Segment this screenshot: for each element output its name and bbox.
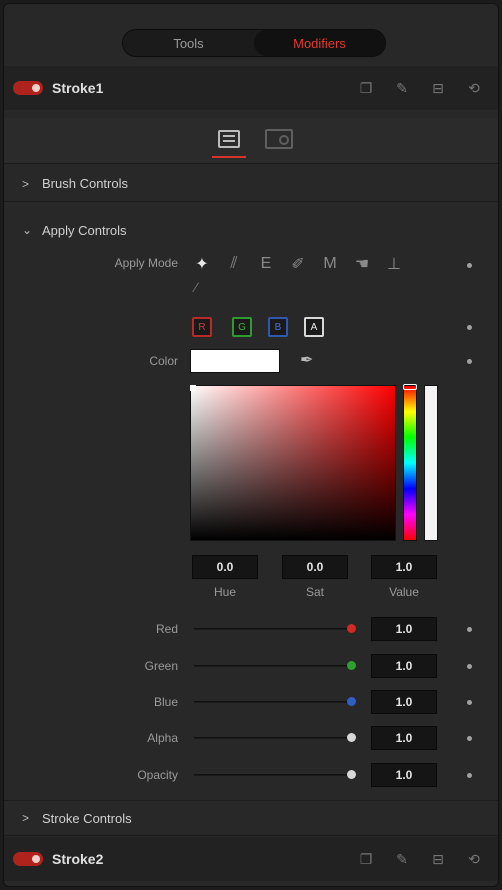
tab-modifiers[interactable]: Modifiers [254,30,385,56]
keyframe-dot[interactable] [467,773,472,778]
sv-cursor[interactable] [190,385,196,391]
color-label: Color [149,354,178,368]
slider-value-blue[interactable]: 1.0 [371,690,437,714]
active-view-indicator [212,156,246,158]
channel-r-button[interactable]: R [192,317,212,337]
reset-icon[interactable]: ⟲ [466,80,482,97]
smear-mode-icon[interactable]: ☚ [350,252,374,276]
channel-g-button[interactable]: G [232,317,252,337]
window-icon[interactable]: ❐ [358,851,374,868]
slider-label-blue: Blue [153,695,178,709]
slider-label-green: Green [144,659,178,673]
hue-strip[interactable] [403,385,417,541]
slider-label-red: Red [155,622,178,636]
slider-track-blue[interactable] [194,701,352,703]
lock-icon[interactable]: ⊟ [430,851,446,868]
slider-track-red[interactable] [194,628,352,630]
channel-b-button[interactable]: B [268,317,288,337]
slider-label-opacity: Opacity [137,768,178,782]
slider-track-opacity[interactable] [194,774,352,776]
value-strip[interactable] [424,385,438,541]
apply-mode-buttons: ✦ ⫽ E ✐ M ☚ ⊥ [190,252,406,276]
value-label: Value [389,585,419,599]
sat-field[interactable]: 0.0 [282,555,348,579]
modifiers-view-icon[interactable] [265,129,293,149]
keyframe-dot[interactable] [467,700,472,705]
section-title: Stroke Controls [42,810,132,826]
node-header-stroke1[interactable]: Stroke1 ❐ ✎ ⊟ ⟲ [4,66,498,110]
sat-label: Sat [305,585,324,599]
node-name: Stroke2 [52,851,104,867]
color-mode-icon[interactable]: ✦ [190,252,214,276]
slider-value-opacity[interactable]: 1.0 [371,763,437,787]
saturation-value-square[interactable] [190,385,396,541]
hue-field[interactable]: 0.0 [192,555,258,579]
keyframe-dot[interactable] [467,359,472,364]
slider-value-red[interactable]: 1.0 [371,617,437,641]
section-title: Brush Controls [42,176,128,191]
emboss-mode-icon[interactable]: E [254,252,278,276]
chevron-right-icon: > [22,176,30,191]
inspector-view-switch [4,118,498,164]
node-name: Stroke1 [52,80,104,96]
slider-knob-red[interactable] [347,624,356,633]
stamp-mode-icon[interactable]: ⊥ [382,252,406,276]
keyframe-dot[interactable] [467,627,472,632]
hue-label: Hue [213,585,236,599]
inspector-panel: Tools Modifiers Stroke1 ❐ ✎ ⊟ ⟲ > Brush … [3,3,499,887]
slider-value-alpha[interactable]: 1.0 [371,726,437,750]
slider-knob-blue[interactable] [347,697,356,706]
section-title: Apply Controls [42,222,127,238]
slider-knob-green[interactable] [347,661,356,670]
section-stroke-controls[interactable]: > Stroke Controls [4,800,498,836]
channel-a-button[interactable]: A [304,317,324,337]
section-brush-controls[interactable]: > Brush Controls [4,166,498,202]
eyedropper-icon[interactable]: ✒ [300,350,313,370]
slider-label-alpha: Alpha [147,731,178,745]
controls-view-icon[interactable] [218,130,240,148]
chevron-right-icon: > [22,811,30,825]
wire-mode-icon[interactable]: ⁄ [195,279,197,295]
slider-knob-opacity[interactable] [347,770,356,779]
node-header-stroke2[interactable]: Stroke2 ❐ ✎ ⊟ ⟲ [4,837,498,881]
node-header-icons: ❐ ✎ ⊟ ⟲ [358,851,482,868]
clone-mode-icon[interactable]: ⫽ [222,252,246,276]
merge-mode-icon[interactable]: M [318,252,342,276]
keyframe-dot[interactable] [467,263,472,268]
node-enable-toggle[interactable] [13,852,43,866]
pin-icon[interactable]: ✎ [394,851,410,868]
lock-icon[interactable]: ⊟ [430,80,446,97]
tab-tools[interactable]: Tools [123,30,254,56]
hue-cursor[interactable] [403,384,417,390]
node-enable-toggle[interactable] [13,81,43,95]
node-header-icons: ❐ ✎ ⊟ ⟲ [358,80,482,97]
window-icon[interactable]: ❐ [358,80,374,97]
section-apply-controls[interactable]: ⌄ Apply Controls [4,212,498,248]
pin-icon[interactable]: ✎ [394,80,410,97]
chevron-down-icon: ⌄ [22,223,33,237]
color-swatch[interactable] [190,349,280,373]
apply-mode-label: Apply Mode [114,256,178,270]
keyframe-dot[interactable] [467,736,472,741]
slider-track-green[interactable] [194,665,352,667]
slider-value-green[interactable]: 1.0 [371,654,437,678]
slider-knob-alpha[interactable] [347,733,356,742]
keyframe-dot[interactable] [467,664,472,669]
erase-mode-icon[interactable]: ✐ [286,252,310,276]
keyframe-dot[interactable] [467,325,472,330]
value-field[interactable]: 1.0 [371,555,437,579]
slider-track-alpha[interactable] [194,737,352,739]
reset-icon[interactable]: ⟲ [466,851,482,868]
inspector-tab-switch: Tools Modifiers [122,29,386,57]
